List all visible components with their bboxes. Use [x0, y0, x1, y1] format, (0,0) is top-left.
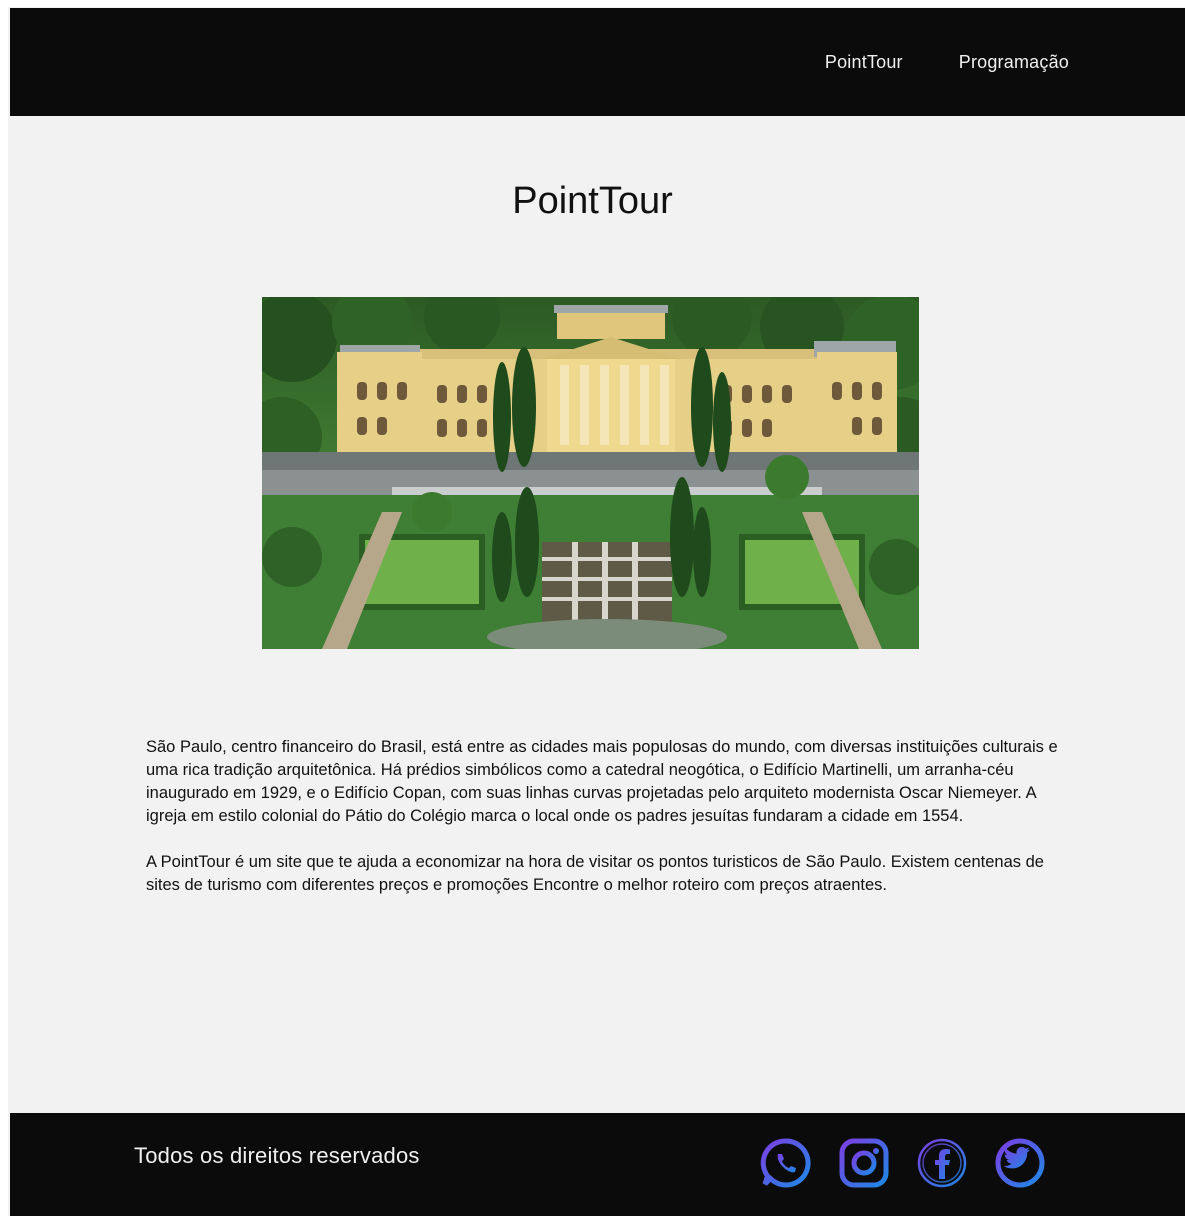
social-links [758, 1135, 1070, 1191]
main-nav: PointTour Programação [825, 8, 1185, 116]
footer-bar: Todos os direitos reservados [10, 1113, 1185, 1216]
museu-paulista-photo [262, 297, 919, 649]
facebook-icon[interactable] [914, 1135, 970, 1191]
page-title: PointTour [512, 180, 673, 222]
whatsapp-icon[interactable] [758, 1135, 814, 1191]
header-bar: PointTour Programação [10, 8, 1185, 116]
nav-link-programacao[interactable]: Programação [959, 37, 1069, 87]
intro-paragraph-1: São Paulo, centro financeiro do Brasil, … [146, 738, 1058, 825]
twitter-icon[interactable] [992, 1135, 1048, 1191]
intro-paragraph-2: A PointTour é um site que te ajuda a eco… [146, 853, 1044, 894]
nav-link-pointtour[interactable]: PointTour [825, 37, 903, 87]
intro-text: São Paulo, centro financeiro do Brasil, … [146, 736, 1076, 920]
copyright-text: Todos os direitos reservados [134, 1143, 420, 1168]
instagram-icon[interactable] [836, 1135, 892, 1191]
hero-image [262, 297, 919, 649]
